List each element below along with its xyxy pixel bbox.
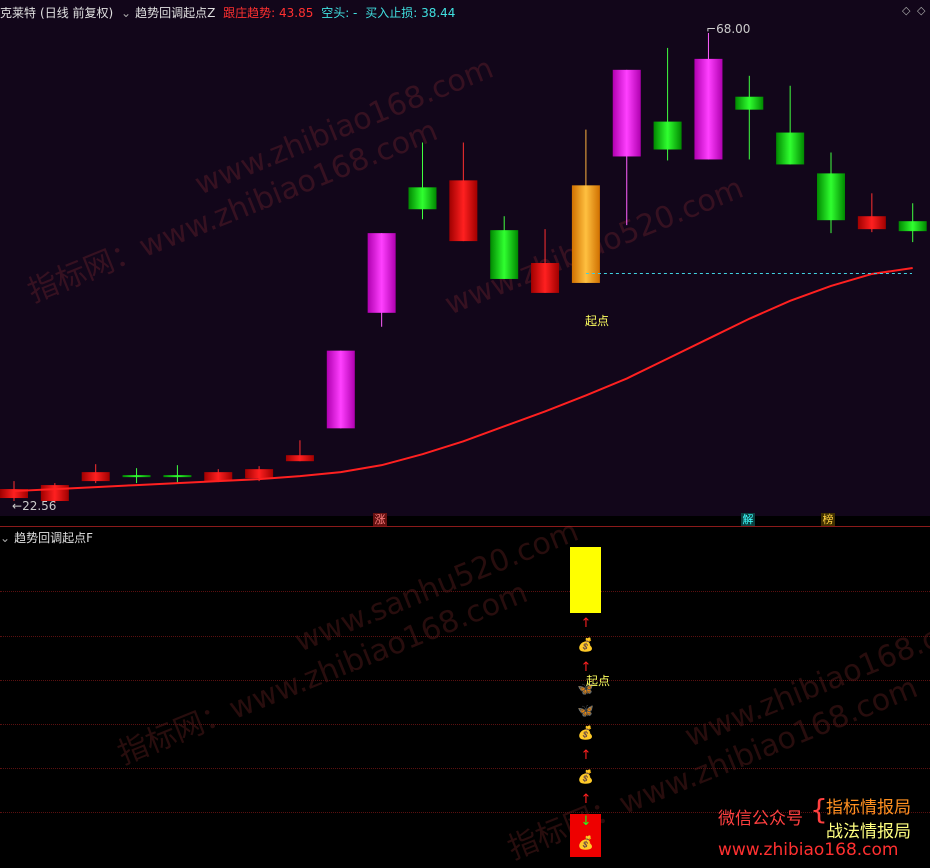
sub-start-point-label: 起点	[586, 674, 611, 688]
grid-line	[0, 591, 930, 592]
money-icon: 💰	[577, 770, 595, 785]
sub-indicator-name: 趋势回调起点F	[14, 531, 93, 545]
sub-chart-header: ⌄ 趋势回调起点F	[0, 529, 97, 547]
watermark: 指标网：www.zhibiao168.com	[112, 575, 533, 772]
candle-body	[776, 132, 805, 165]
candle-body	[122, 475, 151, 478]
watermark: www.sanhu520.com	[290, 513, 584, 660]
promo-wechat: 微信公众号	[718, 809, 803, 829]
candle-body	[531, 263, 560, 293]
moving-average-line	[13, 267, 913, 493]
candle-body	[81, 472, 110, 482]
candle-body	[898, 221, 927, 232]
candle-body	[449, 180, 478, 242]
promo-line2: 战法情报局	[826, 822, 911, 842]
signal-column: ↑ 💰 ↑ 🦋 🦋 💰 ↑ 💰 ↑ ↓ 💰	[576, 613, 596, 855]
badge-bang[interactable]: 榜	[821, 513, 835, 526]
candle-body	[653, 121, 682, 150]
candle-body	[408, 187, 437, 210]
grid-line	[0, 636, 930, 637]
yellow-signal-bar	[570, 547, 601, 613]
main-chart-panel[interactable]: 指标网：www.zhibiao168.com www.zhibiao168.co…	[0, 0, 930, 516]
candle-body	[326, 350, 355, 429]
money-icon: 💰	[577, 638, 595, 653]
candle-body	[571, 185, 600, 283]
candle-body	[817, 173, 845, 221]
up-arrow-icon: ↑	[580, 792, 592, 807]
grid-line	[0, 724, 930, 725]
candle-body	[694, 58, 723, 160]
candle-body	[367, 233, 396, 313]
up-arrow-icon: ↑	[580, 748, 592, 763]
down-arrow-icon: ↓	[580, 814, 592, 829]
watermark: www.zhibiao168.com	[680, 602, 930, 755]
money-icon: 💰	[577, 726, 595, 741]
sub-chart-panel[interactable]: www.sanhu520.com 指标网：www.zhibiao168.com …	[0, 514, 930, 868]
promo-url[interactable]: www.zhibiao168.com	[718, 840, 898, 860]
candle-body	[285, 455, 314, 462]
chevron-down-icon[interactable]: ⌄	[0, 531, 10, 545]
candle-body	[612, 69, 641, 157]
low-price-label: ←22.56	[12, 499, 57, 513]
grid-line	[0, 768, 930, 769]
promo-line1: 指标情报局	[826, 798, 911, 818]
high-price-label: ⌐68.00	[706, 22, 751, 36]
candle-body	[245, 469, 274, 479]
grid-line	[0, 680, 930, 681]
candle-body	[163, 475, 192, 478]
candlestick-chart	[0, 32, 927, 504]
candle-body	[490, 230, 519, 279]
money-icon: 💰	[577, 836, 595, 851]
start-point-label: 起点	[585, 314, 610, 328]
badge-jie[interactable]: 解	[741, 513, 755, 526]
candle-body	[735, 96, 764, 110]
up-arrow-icon: ↑	[580, 616, 592, 631]
candle-body	[857, 216, 886, 230]
badge-zhang[interactable]: 涨	[373, 513, 387, 526]
butterfly-icon: 🦋	[577, 704, 595, 719]
